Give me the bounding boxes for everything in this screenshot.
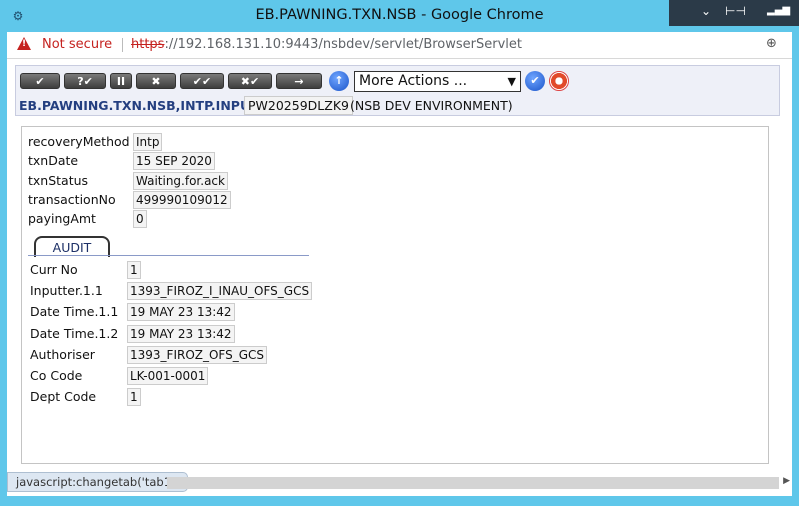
audit-label-co-code: Co Code	[30, 368, 83, 383]
audit-label-authoriser: Authoriser	[30, 347, 95, 362]
help-lifebuoy-icon[interactable]	[549, 71, 569, 91]
tab-underline	[28, 255, 309, 256]
authorise-button[interactable]: ✔✔	[180, 73, 224, 89]
url-path: ://192.168.131.10:9443/nsbdev/servlet/Br…	[164, 37, 522, 52]
audit-value-dept-code: 1	[127, 388, 141, 406]
page-content: ✔ ?✔ II ✖ ✔✔ ✖✔ → ↑ More Actions ... ▼ ✔ …	[7, 59, 792, 471]
chevron-down-icon[interactable]: ⌄	[701, 4, 711, 18]
horizontal-scrollbar[interactable]	[167, 477, 779, 489]
more-actions-select[interactable]: More Actions ... ▼	[354, 71, 521, 92]
audit-value-date-time-1: 19 MAY 23 13:42	[127, 303, 235, 321]
zoom-icon[interactable]: ⊕	[766, 37, 780, 51]
warning-icon[interactable]	[17, 37, 31, 50]
pin-icon[interactable]: ⊢⊣	[725, 4, 746, 18]
audit-label-date-time-2: Date Time.1.2	[30, 326, 119, 341]
field-label-recovery-method: recoveryMethod	[28, 134, 130, 149]
transaction-toolbar: ✔ ?✔ II ✖ ✔✔ ✖✔ → ↑ More Actions ... ▼ ✔ …	[15, 65, 780, 116]
go-check-icon[interactable]: ✔	[525, 71, 545, 91]
audit-value-inputter: 1393_FIROZ_I_INAU_OFS_GCS	[127, 282, 313, 300]
hold-button[interactable]: II	[110, 73, 132, 89]
window-bottom-border	[0, 496, 799, 506]
address-bar[interactable]: Not secure https://192.168.131.10:9443/n…	[7, 32, 792, 59]
environment-label: (NSB DEV ENVIRONMENT)	[350, 98, 513, 113]
url-scheme: https	[131, 37, 165, 52]
application-id: EB.PAWNING.TXN.NSB,INTP.INPUT	[19, 98, 259, 113]
security-label[interactable]: Not secure	[42, 37, 112, 52]
system-tray: ⌄ ⊢⊣ ▂▄▆	[669, 0, 799, 26]
record-panel: recoveryMethod Intp txnDate 15 SEP 2020 …	[21, 126, 769, 464]
audit-value-curr-no: 1	[127, 261, 141, 279]
field-value-paying-amt: 0	[133, 210, 147, 228]
delete-button[interactable]: ✖	[136, 73, 176, 89]
field-label-txn-date: txnDate	[28, 153, 79, 168]
field-value-recovery-method: Intp	[133, 133, 163, 151]
field-value-txn-date: 15 SEP 2020	[133, 152, 215, 170]
audit-label-date-time-1: Date Time.1.1	[30, 304, 119, 319]
more-actions-label: More Actions ...	[359, 73, 468, 89]
audit-value-authoriser: 1393_FIROZ_OFS_GCS	[127, 346, 268, 364]
field-label-transaction-no: transactionNo	[28, 192, 116, 207]
status-area: javascript:changetab('tab1') ▶	[7, 471, 792, 496]
audit-label-inputter: Inputter.1.1	[30, 283, 103, 298]
next-button[interactable]: →	[276, 73, 322, 89]
record-id[interactable]: PW20259DLZK9	[244, 96, 353, 115]
audit-label-curr-no: Curr No	[30, 262, 78, 277]
scroll-right-icon[interactable]: ▶	[783, 476, 790, 486]
tab-audit[interactable]: AUDIT	[34, 236, 110, 257]
validate-button[interactable]: ?✔	[64, 73, 106, 89]
url-text[interactable]: https://192.168.131.10:9443/nsbdev/servl…	[131, 37, 522, 52]
upload-icon[interactable]: ↑	[329, 71, 349, 91]
status-link-preview: javascript:changetab('tab1')	[7, 472, 188, 492]
commit-button[interactable]: ✔	[20, 73, 60, 89]
chevron-down-icon: ▼	[507, 75, 516, 88]
audit-label-dept-code: Dept Code	[30, 389, 97, 404]
address-separator	[122, 38, 123, 52]
audit-value-co-code: LK-001-0001	[127, 367, 209, 385]
field-label-paying-amt: payingAmt	[28, 211, 96, 226]
window-titlebar: ⚙ EB.PAWNING.TXN.NSB - Google Chrome ⌄ ⊢…	[0, 0, 799, 32]
reverse-button[interactable]: ✖✔	[228, 73, 272, 89]
audit-value-date-time-2: 19 MAY 23 13:42	[127, 325, 235, 343]
signal-icon: ▂▄▆	[767, 5, 791, 16]
field-value-txn-status: Waiting.for.ack	[133, 172, 228, 190]
field-label-txn-status: txnStatus	[28, 173, 89, 188]
field-value-transaction-no: 499990109012	[133, 191, 231, 209]
